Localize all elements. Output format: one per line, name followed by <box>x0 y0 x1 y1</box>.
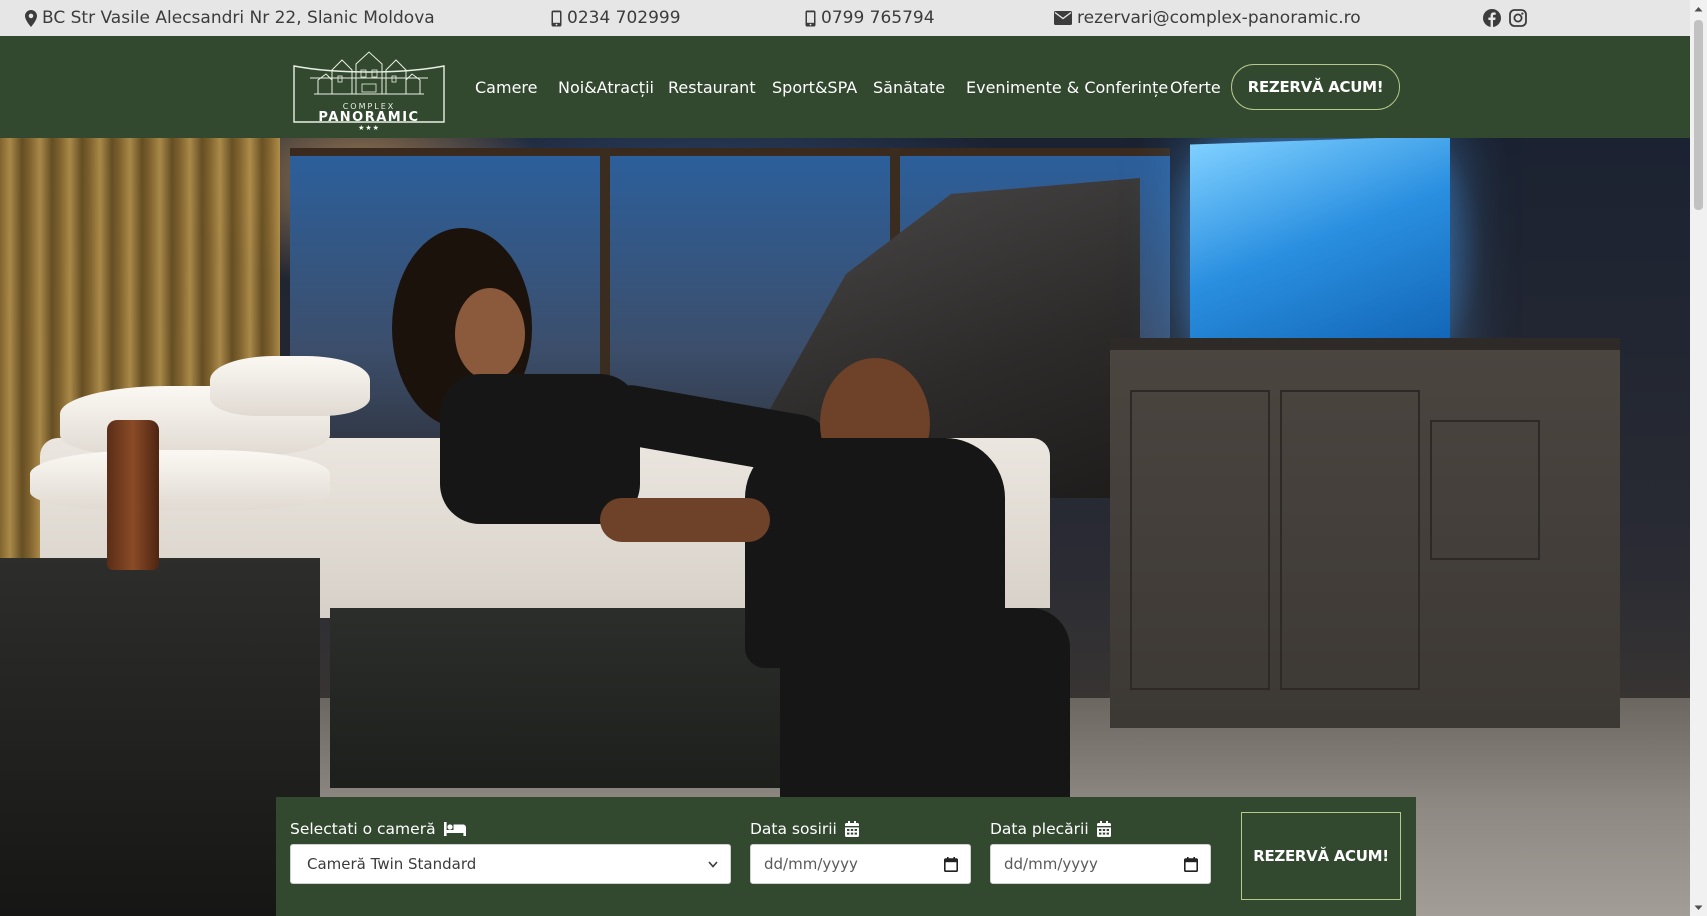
arrival-date-placeholder: dd/mm/yyyy <box>764 855 858 873</box>
logo[interactable]: COMPLEX PANORAMIC ★★★ <box>292 50 446 132</box>
email-item[interactable]: rezervari@complex-panoramic.ro <box>1054 0 1361 36</box>
room-select[interactable]: Cameră Twin Standard <box>290 844 731 884</box>
book-now-button[interactable]: REZERVĂ ACUM! <box>1231 64 1400 110</box>
pillow <box>210 356 370 416</box>
arrival-date-input[interactable]: dd/mm/yyyy <box>750 844 971 884</box>
address-item: BC Str Vasile Alecsandri Nr 22, Slanic M… <box>25 0 435 36</box>
mobile-phone-icon <box>805 10 816 26</box>
room-select-label: Selectati o cameră <box>290 817 466 841</box>
address-text: BC Str Vasile Alecsandri Nr 22, Slanic M… <box>42 8 435 28</box>
facebook-icon[interactable] <box>1483 9 1501 27</box>
room-select-label-text: Selectati o cameră <box>290 820 436 838</box>
nightstand <box>0 558 320 916</box>
main-header: COMPLEX PANORAMIC ★★★ Camere Noi&Atracți… <box>0 36 1690 138</box>
pillow <box>30 450 330 510</box>
departure-date-label-text: Data plecării <box>990 820 1089 838</box>
booking-submit-button[interactable]: REZERVĂ ACUM! <box>1241 812 1401 900</box>
logo-name-text: PANORAMIC <box>318 110 420 125</box>
phone-2-item[interactable]: 0799 765794 <box>805 0 935 36</box>
chevron-down-icon <box>708 860 718 868</box>
man-arm <box>600 498 770 542</box>
map-pin-icon <box>25 9 37 27</box>
page: BC Str Vasile Alecsandri Nr 22, Slanic M… <box>0 0 1707 916</box>
arrival-date-label: Data sosirii <box>750 817 859 841</box>
departure-date-placeholder: dd/mm/yyyy <box>1004 855 1098 873</box>
nav-item-noi-atractii[interactable]: Noi&Atracții <box>558 36 654 138</box>
logo-name: PANORAMIC ★★★ <box>292 110 446 132</box>
nav-item-sanatate[interactable]: Sănătate <box>873 36 945 138</box>
nav-item-oferte[interactable]: Oferte <box>1170 36 1221 138</box>
contact-bar: BC Str Vasile Alecsandri Nr 22, Slanic M… <box>0 0 1690 36</box>
social-links <box>1483 0 1527 36</box>
phone-2-text[interactable]: 0799 765794 <box>821 8 935 28</box>
nav-item-evenimente[interactable]: Evenimente & Conferințe <box>966 36 1168 138</box>
email-text[interactable]: rezervari@complex-panoramic.ro <box>1077 8 1361 28</box>
bottle <box>107 420 159 570</box>
instagram-icon[interactable] <box>1509 9 1527 27</box>
scroll-down-arrow-icon[interactable] <box>1690 899 1707 916</box>
phone-1-text[interactable]: 0234 702999 <box>567 8 681 28</box>
mobile-phone-icon <box>551 10 562 26</box>
envelope-icon <box>1054 11 1072 25</box>
woman-face <box>455 288 525 380</box>
scrollbar-thumb[interactable] <box>1694 20 1703 210</box>
nav-item-camere[interactable]: Camere <box>475 36 537 138</box>
scroll-up-arrow-icon[interactable] <box>1690 0 1707 17</box>
calendar-icon[interactable] <box>1184 856 1198 872</box>
calendar-icon <box>1096 821 1111 837</box>
tv-cabinet <box>1110 338 1620 728</box>
departure-date-label: Data plecării <box>990 817 1111 841</box>
arrival-date-label-text: Data sosirii <box>750 820 837 838</box>
logo-stars: ★★★ <box>358 124 380 132</box>
calendar-icon[interactable] <box>944 856 958 872</box>
departure-date-input[interactable]: dd/mm/yyyy <box>990 844 1211 884</box>
nav-item-restaurant[interactable]: Restaurant <box>668 36 756 138</box>
bed-icon <box>443 822 466 836</box>
nav-item-sport-spa[interactable]: Sport&SPA <box>772 36 857 138</box>
phone-1-item[interactable]: 0234 702999 <box>551 0 681 36</box>
booking-form: Selectati o cameră Cameră Twin Standard … <box>276 797 1416 916</box>
calendar-icon <box>844 821 859 837</box>
page-scrollbar[interactable] <box>1690 0 1707 916</box>
room-select-value: Cameră Twin Standard <box>307 855 477 873</box>
